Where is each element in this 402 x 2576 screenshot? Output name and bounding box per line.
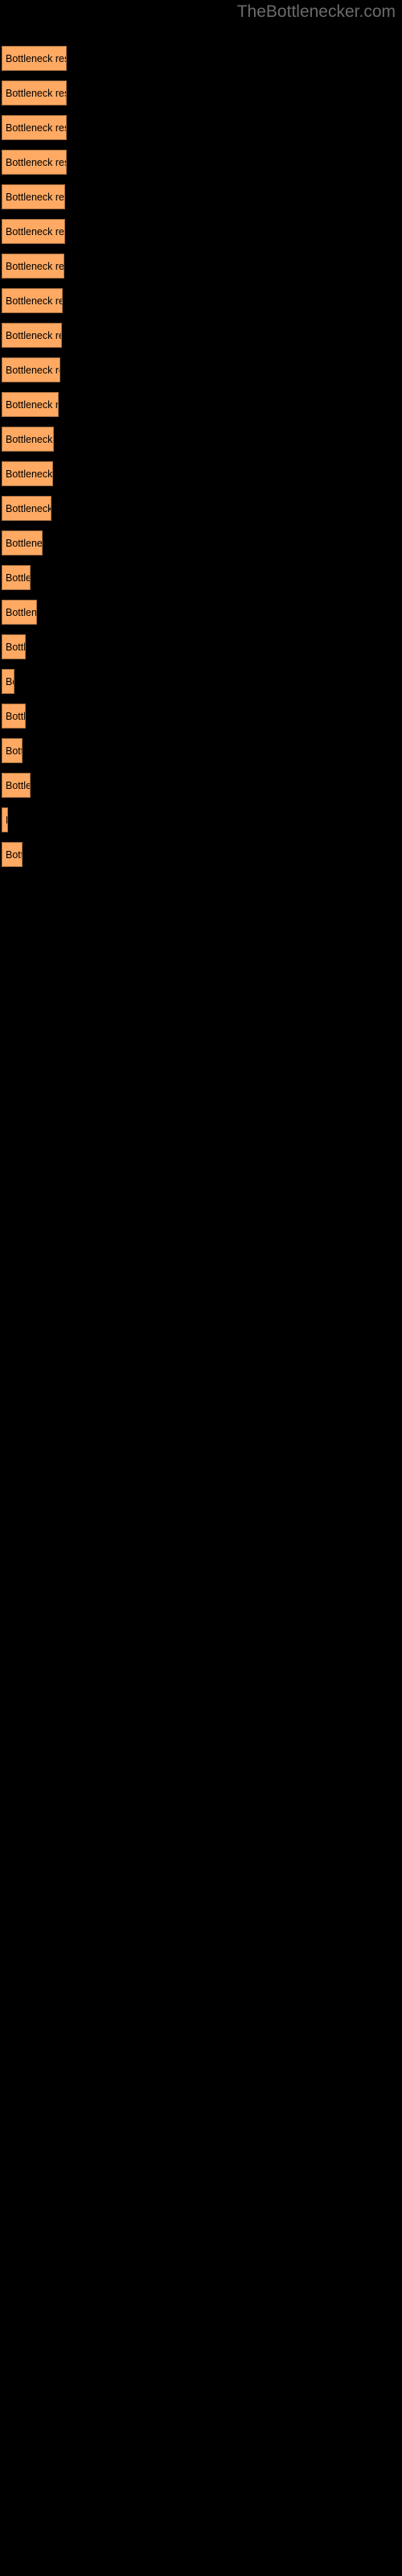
bar-label-22: Bottleneck result bbox=[6, 815, 7, 826]
bar-label-18: Bottleneck result bbox=[6, 675, 14, 687]
bar-17: Bottleneck result bbox=[2, 634, 26, 659]
bar-label-15: Bottleneck result bbox=[6, 572, 30, 584]
bar-21: Bottleneck result bbox=[2, 773, 31, 798]
bar-label-5: Bottleneck result bbox=[6, 225, 64, 237]
bar-label-16: Bottleneck result bbox=[6, 606, 37, 618]
bar-23: Bottleneck result bbox=[2, 842, 23, 867]
bar-16: Bottleneck result bbox=[2, 600, 37, 625]
bar-label-9: Bottleneck result bbox=[6, 364, 59, 376]
bar-label-6: Bottleneck result bbox=[6, 260, 64, 272]
bar-0: Bottleneck result bbox=[2, 46, 67, 71]
bar-12: Bottleneck result bbox=[2, 461, 53, 486]
bar-label-19: Bottleneck result bbox=[6, 710, 26, 722]
bar-label-0: Bottleneck result bbox=[6, 52, 66, 64]
bar-label-23: Bottleneck result bbox=[6, 848, 22, 861]
bar-label-14: Bottleneck result bbox=[6, 537, 43, 549]
bar-9: Bottleneck result bbox=[2, 357, 60, 382]
bar-5: Bottleneck result bbox=[2, 219, 65, 244]
bar-label-17: Bottleneck result bbox=[6, 641, 26, 653]
bar-label-13: Bottleneck result bbox=[6, 502, 51, 514]
bars-layer: Bottleneck result Bottleneck result Bottle… bbox=[0, 0, 402, 2576]
bar-label-4: Bottleneck result bbox=[6, 191, 64, 203]
bar-label-8: Bottleneck result bbox=[6, 329, 61, 341]
bar-2: Bottleneck result bbox=[2, 115, 67, 140]
bar-label-1: Bottleneck result bbox=[6, 87, 66, 99]
bar-label-3: Bottleneck result bbox=[6, 156, 66, 168]
bar-19: Bottleneck result bbox=[2, 704, 26, 729]
bar-label-12: Bottleneck result bbox=[6, 468, 53, 480]
bar-14: Bottleneck result bbox=[2, 530, 43, 555]
bar-1: Bottleneck result bbox=[2, 80, 67, 105]
bar-8: Bottleneck result bbox=[2, 323, 62, 348]
bar-4: Bottleneck result bbox=[2, 184, 65, 209]
bar-label-11: Bottleneck result bbox=[6, 433, 53, 445]
bar-3: Bottleneck result bbox=[2, 150, 67, 175]
bar-20: Bottleneck result bbox=[2, 738, 23, 763]
bar-18: Bottleneck result bbox=[2, 669, 14, 694]
bar-15: Bottleneck result bbox=[2, 565, 31, 590]
bar-7: Bottleneck result bbox=[2, 288, 63, 313]
bar-label-7: Bottleneck result bbox=[6, 295, 62, 307]
bar-label-20: Bottleneck result bbox=[6, 745, 22, 757]
bar-label-10: Bottleneck result bbox=[6, 398, 59, 411]
bar-11: Bottleneck result bbox=[2, 427, 54, 452]
bar-label-2: Bottleneck result bbox=[6, 122, 66, 134]
bar-10: Bottleneck result bbox=[2, 392, 59, 417]
bar-22: Bottleneck result bbox=[2, 807, 8, 832]
bar-label-21: Bottleneck result bbox=[6, 779, 30, 791]
bottleneck-bar-chart: TheBottlenecker.com Bottleneck resultBot… bbox=[0, 0, 402, 2576]
bar-13: Bottleneck result bbox=[2, 496, 51, 521]
bar-6: Bottleneck result bbox=[2, 254, 64, 279]
